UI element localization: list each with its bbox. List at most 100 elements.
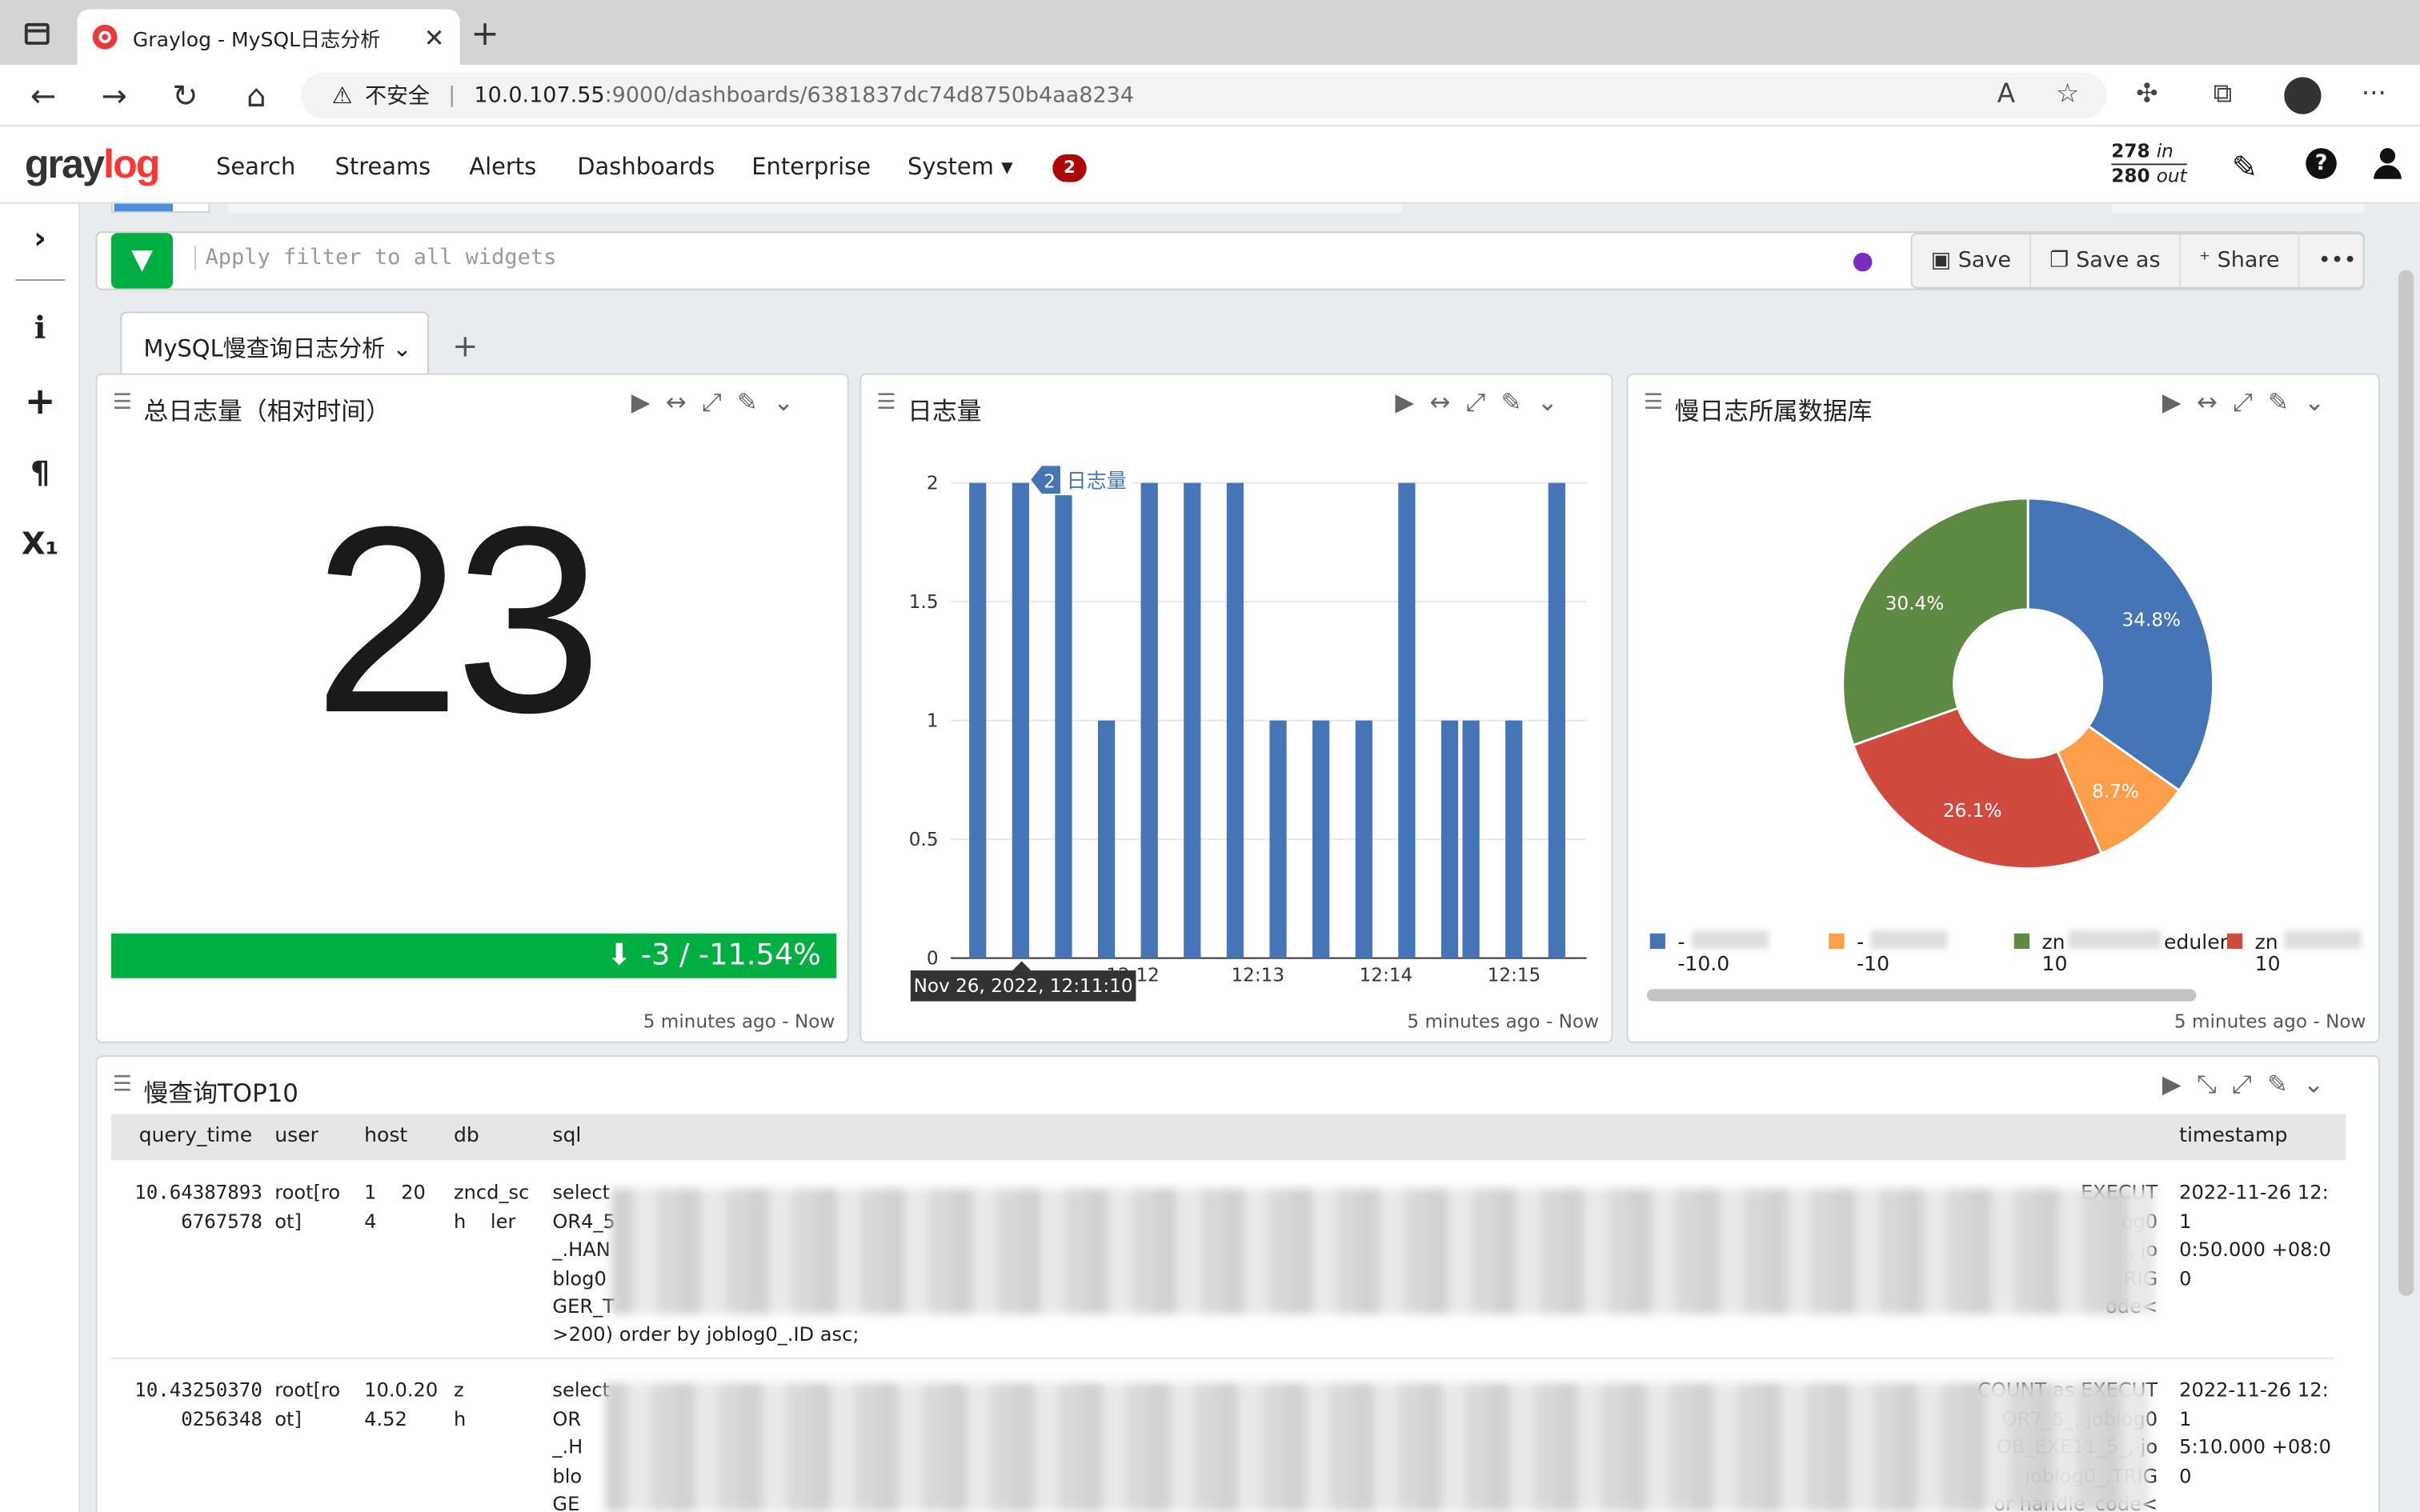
extensions-icon[interactable]: ✣ [2136, 78, 2158, 110]
histogram-bar[interactable] [1398, 482, 1416, 958]
legend-item[interactable]: zn eduler- 10 [2013, 930, 2234, 977]
fullscreen-icon[interactable]: ⤢ [702, 387, 722, 418]
close-tab-icon[interactable]: ✕ [424, 22, 445, 52]
new-tab-button[interactable]: + [471, 15, 499, 54]
lightbulb-icon[interactable]: ● [1852, 246, 1873, 275]
col-user[interactable]: user [274, 1125, 319, 1148]
chevron-down-icon[interactable]: ⌄ [2303, 1069, 2324, 1100]
nav-system[interactable]: System ▾ [908, 153, 1013, 181]
fullscreen-icon[interactable]: ⤢ [2233, 387, 2253, 418]
save-as-button[interactable]: ❐ Save as [2031, 234, 2181, 287]
url-field[interactable]: ⚠ 不安全 | 10.0.107.55 :9000/dashboards/638… [301, 72, 2107, 119]
page-scrollbar[interactable] [2398, 270, 2414, 1296]
home-icon[interactable]: ⌂ [238, 77, 274, 114]
histogram-bar[interactable] [1505, 720, 1523, 958]
expand-sidebar-icon[interactable]: › [0, 219, 80, 256]
y-tick-label: 1 [927, 710, 939, 731]
chevron-down-icon[interactable]: ⌄ [2304, 387, 2325, 418]
add-widget-icon[interactable]: + [0, 379, 80, 422]
add-page-button[interactable]: + [452, 327, 478, 364]
browser-tab[interactable]: Graylog - MySQL日志分析 ✕ [77, 9, 460, 65]
legend-item[interactable]: zn 10 [2226, 930, 2362, 977]
more-actions-button[interactable]: ••• [2300, 234, 2375, 287]
histogram-bar[interactable] [1184, 482, 1201, 958]
graylog-logo[interactable]: graylog [25, 140, 161, 188]
col-db[interactable]: db [454, 1125, 479, 1148]
user-icon[interactable] [2374, 148, 2402, 179]
save-button[interactable]: ▣ Save [1912, 234, 2032, 287]
histogram-bar[interactable] [1548, 482, 1565, 958]
drag-handle-icon[interactable]: ☰ [876, 390, 898, 415]
edit-icon[interactable]: ✎ [737, 387, 758, 418]
expand-horizontal-icon[interactable]: ↔ [666, 387, 687, 418]
edit-icon[interactable]: ✎ [2267, 1069, 2288, 1100]
col-timestamp[interactable]: timestamp [2179, 1125, 2287, 1148]
forward-icon[interactable]: → [96, 77, 133, 114]
help-icon[interactable]: ? [2306, 148, 2337, 179]
histogram-bar[interactable] [1055, 482, 1072, 958]
redacted-sql [611, 1187, 2155, 1315]
nav-streams[interactable]: Streams [335, 153, 431, 181]
collections-icon[interactable]: ⧉ [2214, 78, 2232, 110]
chevron-down-icon[interactable]: ⌄ [773, 387, 794, 418]
histogram-bar[interactable] [1462, 720, 1480, 958]
info-icon[interactable]: i [0, 309, 80, 346]
legend-item[interactable]: - -10 [1829, 930, 1948, 977]
chevron-down-icon[interactable]: ⌄ [1537, 387, 1558, 418]
dashboard-page-tab[interactable]: MySQL慢查询日志分析 ⌄ [120, 311, 430, 374]
nav-enterprise[interactable]: Enterprise [751, 153, 871, 181]
reload-icon[interactable]: ↻ [166, 77, 203, 114]
edit-icon[interactable]: ✎ [2232, 148, 2258, 185]
parameters-icon[interactable]: X₁ [0, 525, 80, 562]
filter-input[interactable]: Apply filter to all widgets [194, 245, 556, 270]
pie-slice[interactable] [2026, 497, 2214, 793]
nav-dashboards[interactable]: Dashboards [577, 153, 715, 181]
fullscreen-icon[interactable]: ⤢ [1466, 387, 1486, 418]
histogram-bar[interactable] [1140, 482, 1158, 958]
drag-handle-icon[interactable]: ☰ [113, 1072, 134, 1097]
expand-horizontal-icon[interactable]: ↔ [2197, 387, 2218, 418]
drag-handle-icon[interactable]: ☰ [1644, 390, 1665, 415]
table-row[interactable]: 10.43250370 0256348 root[ro ot] 10.0.20 4.… [111, 1376, 2346, 1512]
back-icon[interactable]: ← [25, 77, 62, 114]
fullscreen-icon[interactable]: ⤢ [2232, 1069, 2252, 1100]
col-query-time[interactable]: query_time [139, 1125, 253, 1148]
histogram-bar[interactable] [1440, 720, 1459, 958]
profile-avatar[interactable] [2284, 77, 2322, 114]
histogram-bar[interactable] [1312, 720, 1330, 958]
histogram-bar[interactable] [1097, 720, 1116, 958]
edit-icon[interactable]: ✎ [2268, 387, 2289, 418]
pie-slice[interactable] [1841, 497, 2029, 747]
nav-alerts[interactable]: Alerts [469, 153, 536, 181]
play-icon[interactable]: ▶ [1395, 387, 1414, 418]
histogram-bar[interactable] [1012, 482, 1029, 958]
notification-badge[interactable]: 2 [1052, 154, 1087, 182]
share-button[interactable]: ⁺ Share [2181, 234, 2300, 287]
nav-search[interactable]: Search [216, 153, 295, 181]
paragraph-icon[interactable]: ¶ [0, 454, 80, 490]
play-icon[interactable]: ▶ [2162, 1069, 2182, 1100]
col-sql[interactable]: sql [552, 1125, 581, 1148]
histogram-bar[interactable] [1269, 720, 1287, 958]
legend-item[interactable]: - -10.0 [1649, 930, 1769, 977]
throughput-indicator[interactable]: 278 in 280 out [2111, 140, 2187, 188]
table-row[interactable]: 10.64387893 6767578 root[ro ot] 1 20 4 zncd… [111, 1178, 2346, 1363]
play-icon[interactable]: ▶ [2162, 387, 2182, 418]
filter-button[interactable]: ▼ [110, 233, 173, 289]
compress-icon[interactable]: ⤡ [2197, 1069, 2217, 1100]
read-aloud-icon[interactable]: A [1997, 78, 2015, 110]
play-icon[interactable]: ▶ [631, 387, 651, 418]
legend-scrollbar[interactable] [1646, 989, 2197, 1002]
histogram-bar[interactable] [1226, 482, 1244, 958]
favorite-icon[interactable]: ☆ [2056, 78, 2079, 110]
edit-icon[interactable]: ✎ [1501, 387, 1522, 418]
drag-handle-icon[interactable]: ☰ [113, 390, 134, 415]
histogram-bar[interactable] [1355, 720, 1372, 958]
browser-menu-icon[interactable]: ··· [2362, 78, 2386, 110]
cell-db: z h [453, 1378, 467, 1430]
expand-horizontal-icon[interactable]: ↔ [1429, 387, 1450, 418]
window-menu-icon[interactable] [24, 22, 50, 45]
col-host[interactable]: host [364, 1125, 407, 1148]
histogram-bar[interactable] [969, 482, 987, 958]
legend-text2: -10.0 [1677, 953, 1730, 977]
